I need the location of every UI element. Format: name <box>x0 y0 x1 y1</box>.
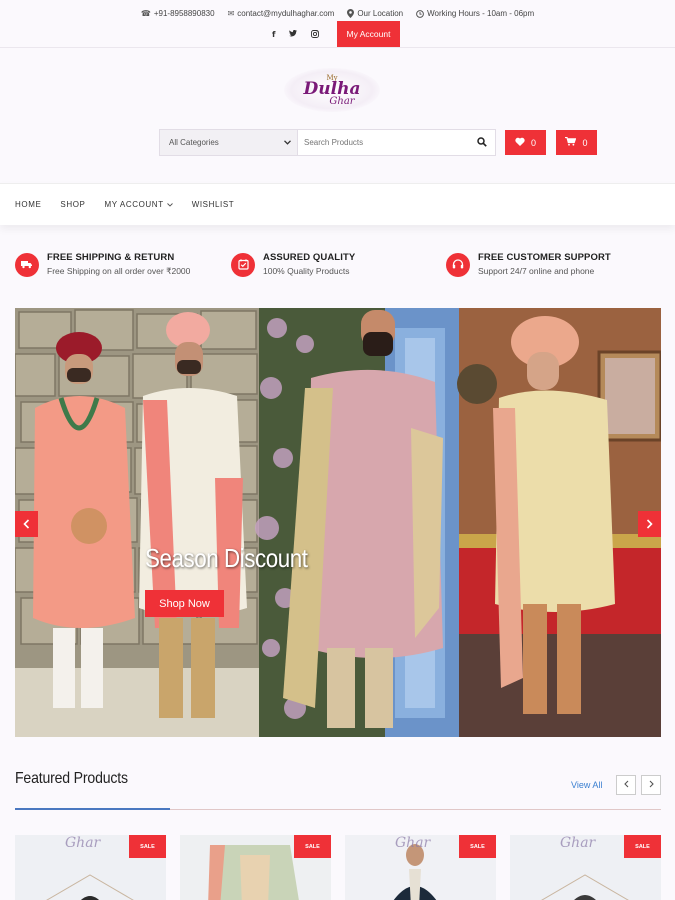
my-account-button[interactable]: My Account <box>337 21 400 47</box>
logo-line-3: Ghar <box>329 95 355 107</box>
phone-info[interactable]: ☎ +91-8958890830 <box>141 9 215 18</box>
email-text: contact@mydulhaghar.com <box>237 9 335 18</box>
chevron-down-icon <box>166 200 173 209</box>
product-card[interactable]: Ghar SALE <box>510 835 661 900</box>
headset-icon <box>446 252 470 277</box>
featured-prev-button[interactable] <box>616 775 636 795</box>
header: My Dulha Ghar All Categories 0 0 <box>0 48 675 183</box>
nav-shop[interactable]: SHOP <box>60 200 85 209</box>
search-bar: All Categories <box>159 129 496 156</box>
map-marker-icon <box>347 9 355 18</box>
banner-prev-button[interactable] <box>15 511 38 537</box>
sale-badge: SALE <box>459 835 496 858</box>
truck-icon <box>15 252 39 277</box>
nav-wishlist[interactable]: WISHLIST <box>192 200 235 209</box>
chevron-left-icon <box>23 519 30 529</box>
phone-text: +91-8958890830 <box>153 9 215 18</box>
feature-title: FREE CUSTOMER SUPPORT <box>478 252 611 263</box>
featured-products-title: Featured Products <box>15 770 128 787</box>
cart-count: 0 <box>582 137 588 148</box>
nav-my-account[interactable]: MY ACCOUNT <box>104 200 173 209</box>
banner-image <box>15 308 661 737</box>
shop-now-button[interactable]: Shop Now <box>145 590 224 617</box>
nav-home[interactable]: HOME <box>15 200 41 209</box>
top-bar: ☎ +91-8958890830 ✉ contact@mydulhaghar.c… <box>0 0 675 48</box>
product-carousel: Ghar SALE SALE Ghar SALE Ghar SALE <box>15 828 661 900</box>
cart-button[interactable]: 0 <box>556 130 597 155</box>
title-underline <box>15 808 170 810</box>
hero-banner[interactable]: Season Discount Shop Now <box>15 308 661 737</box>
main-nav: HOME SHOP MY ACCOUNT WISHLIST <box>0 183 675 225</box>
feature-subtitle: Support 24/7 online and phone <box>478 266 595 276</box>
brand-watermark: Ghar <box>560 835 596 851</box>
social-links: f <box>272 29 320 40</box>
twitter-icon[interactable] <box>289 29 298 40</box>
feature-title: ASSURED QUALITY <box>263 252 356 263</box>
chevron-right-icon <box>646 519 653 529</box>
search-icon <box>477 134 487 152</box>
email-info[interactable]: ✉ contact@mydulhaghar.com <box>228 9 335 18</box>
view-all-link[interactable]: View All <box>571 780 602 790</box>
phone-icon: ☎ <box>140 9 151 18</box>
sale-badge: SALE <box>624 835 661 858</box>
featured-next-button[interactable] <box>641 775 661 795</box>
wishlist-count: 0 <box>530 137 536 148</box>
feature-shipping: FREE SHIPPING & RETURN Free Shipping on … <box>15 252 190 277</box>
features-strip: FREE SHIPPING & RETURN Free Shipping on … <box>0 252 675 286</box>
banner-title: Season Discount <box>145 543 308 573</box>
chevron-right-icon <box>649 780 654 790</box>
search-input[interactable] <box>298 130 469 155</box>
feature-quality: ASSURED QUALITY 100% Quality Products <box>231 252 355 277</box>
category-select[interactable]: All Categories <box>160 130 298 155</box>
envelope-icon: ✉ <box>227 9 235 18</box>
sale-badge: SALE <box>129 835 166 858</box>
heart-icon <box>515 137 525 148</box>
location-info[interactable]: Our Location <box>347 9 403 18</box>
category-select-value: All Categories <box>169 138 219 147</box>
location-text: Our Location <box>357 9 404 18</box>
badge-check-icon <box>231 252 255 277</box>
hours-info: Working Hours - 10am - 06pm <box>416 9 534 18</box>
cart-icon <box>565 136 577 148</box>
feature-title: FREE SHIPPING & RETURN <box>47 252 175 263</box>
product-card[interactable]: Ghar SALE <box>15 835 166 900</box>
brand-watermark: Ghar <box>395 835 431 851</box>
hours-text: Working Hours - 10am - 06pm <box>427 9 535 18</box>
brand-watermark: Ghar <box>65 835 101 851</box>
product-card[interactable]: SALE <box>180 835 331 900</box>
chevron-left-icon <box>623 780 629 790</box>
instagram-icon[interactable] <box>311 30 320 40</box>
logo-line-2: Dulha <box>303 78 361 99</box>
facebook-icon[interactable]: f <box>272 30 275 40</box>
contact-info: ☎ +91-8958890830 ✉ contact@mydulhaghar.c… <box>0 9 675 18</box>
sale-badge: SALE <box>294 835 331 858</box>
feature-subtitle: Free Shipping on all order over ₹2000 <box>47 266 191 276</box>
product-card[interactable]: Ghar SALE <box>345 835 496 900</box>
nav-my-account-label: MY ACCOUNT <box>104 200 164 209</box>
feature-support: FREE CUSTOMER SUPPORT Support 24/7 onlin… <box>446 252 611 277</box>
clock-icon <box>416 9 425 18</box>
banner-next-button[interactable] <box>638 511 661 537</box>
wishlist-button[interactable]: 0 <box>505 130 546 155</box>
site-logo[interactable]: My Dulha Ghar <box>284 68 380 112</box>
featured-products-header: Featured Products View All <box>15 770 661 810</box>
feature-subtitle: 100% Quality Products <box>263 266 350 276</box>
search-button[interactable] <box>469 130 495 155</box>
chevron-down-icon <box>284 138 291 147</box>
